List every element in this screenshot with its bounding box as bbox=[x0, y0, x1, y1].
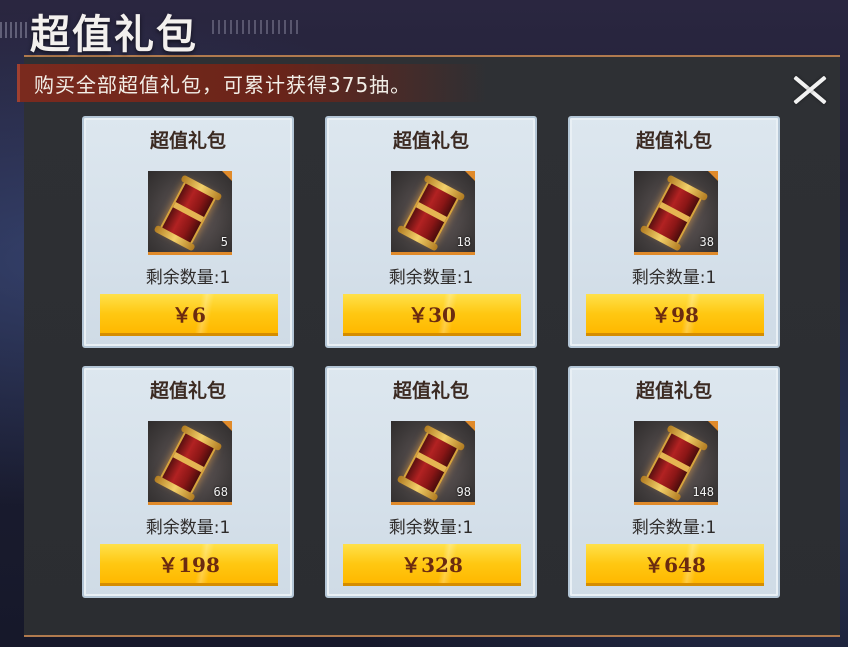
background-decoration bbox=[212, 20, 302, 34]
scroll-icon bbox=[158, 429, 218, 497]
gift-pack-card: 超值礼包 38 剩余数量:1 ￥98 bbox=[568, 116, 780, 348]
card-title: 超值礼包 bbox=[392, 380, 469, 402]
remaining-count: 剩余数量:1 bbox=[145, 518, 231, 538]
item-slot[interactable]: 18 bbox=[391, 171, 475, 255]
card-title: 超值礼包 bbox=[149, 380, 226, 402]
item-slot[interactable]: 5 bbox=[148, 171, 232, 255]
item-slot[interactable]: 148 bbox=[634, 421, 718, 505]
buy-button[interactable]: ￥30 bbox=[343, 294, 521, 336]
rarity-corner bbox=[708, 171, 718, 181]
buy-button[interactable]: ￥328 bbox=[343, 544, 521, 586]
buy-button[interactable]: ￥6 bbox=[100, 294, 278, 336]
info-banner: 购买全部超值礼包，可累计获得375抽。 bbox=[17, 64, 487, 102]
gift-pack-card: 超值礼包 148 剩余数量:1 ￥648 bbox=[568, 366, 780, 598]
remaining-count: 剩余数量:1 bbox=[388, 518, 474, 538]
rarity-corner bbox=[465, 171, 475, 181]
rarity-corner bbox=[465, 421, 475, 431]
remaining-count: 剩余数量:1 bbox=[631, 518, 717, 538]
buy-button[interactable]: ￥648 bbox=[586, 544, 764, 586]
card-title: 超值礼包 bbox=[392, 130, 469, 152]
buy-button[interactable]: ￥198 bbox=[100, 544, 278, 586]
scroll-icon bbox=[401, 179, 461, 247]
card-title: 超值礼包 bbox=[635, 380, 712, 402]
remaining-count: 剩余数量:1 bbox=[631, 268, 717, 288]
item-slot[interactable]: 38 bbox=[634, 171, 718, 255]
item-quantity: 18 bbox=[456, 235, 471, 249]
gift-pack-card: 超值礼包 5 剩余数量:1 ￥6 bbox=[82, 116, 294, 348]
item-quantity: 98 bbox=[456, 485, 471, 499]
item-quantity: 38 bbox=[699, 235, 714, 249]
rarity-corner bbox=[708, 421, 718, 431]
card-title: 超值礼包 bbox=[149, 130, 226, 152]
scroll-icon bbox=[644, 179, 704, 247]
gift-pack-card: 超值礼包 68 剩余数量:1 ￥198 bbox=[82, 366, 294, 598]
background-decoration bbox=[0, 22, 30, 38]
item-quantity: 148 bbox=[692, 485, 714, 499]
item-quantity: 5 bbox=[220, 235, 228, 249]
gift-pack-card: 超值礼包 18 剩余数量:1 ￥30 bbox=[325, 116, 537, 348]
item-slot[interactable]: 68 bbox=[148, 421, 232, 505]
rarity-corner bbox=[222, 421, 232, 431]
remaining-count: 剩余数量:1 bbox=[145, 268, 231, 288]
scroll-icon bbox=[158, 179, 218, 247]
remaining-count: 剩余数量:1 bbox=[388, 268, 474, 288]
rarity-corner bbox=[222, 171, 232, 181]
card-title: 超值礼包 bbox=[635, 130, 712, 152]
gift-pack-grid: 超值礼包 5 剩余数量:1 ￥6 超值礼包 18 剩余数量:1 ￥30 超值礼包… bbox=[82, 116, 780, 598]
close-icon[interactable] bbox=[788, 70, 832, 110]
page-title: 超值礼包 bbox=[30, 11, 198, 58]
gift-pack-card: 超值礼包 98 剩余数量:1 ￥328 bbox=[325, 366, 537, 598]
info-banner-text: 购买全部超值礼包，可累计获得375抽。 bbox=[34, 72, 412, 97]
buy-button[interactable]: ￥98 bbox=[586, 294, 764, 336]
scroll-icon bbox=[401, 429, 461, 497]
item-slot[interactable]: 98 bbox=[391, 421, 475, 505]
item-quantity: 68 bbox=[213, 485, 228, 499]
